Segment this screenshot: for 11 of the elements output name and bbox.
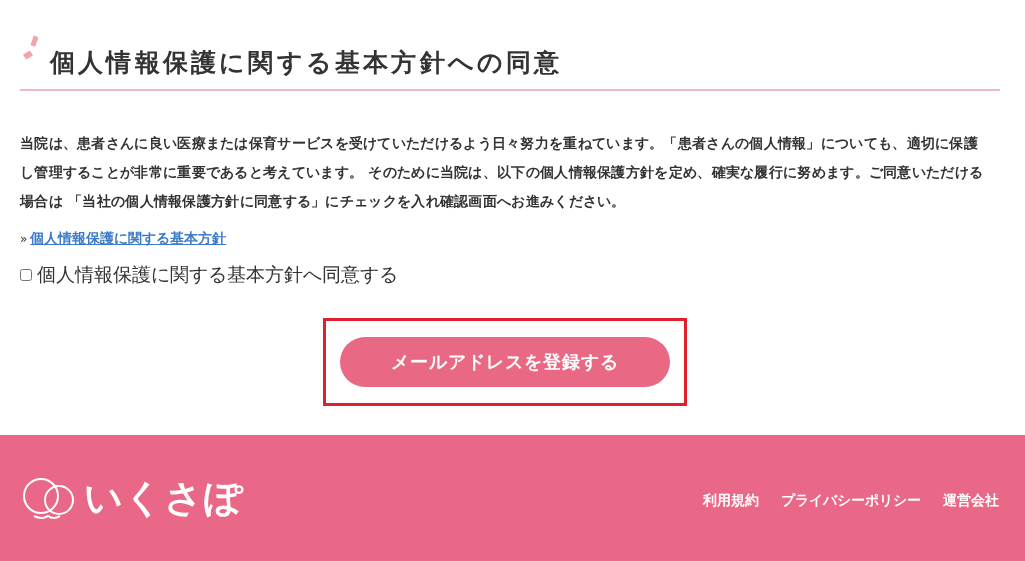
section-heading: 個人情報保護に関する基本方針への同意: [50, 47, 563, 79]
register-email-button[interactable]: メールアドレスを登録する: [340, 337, 670, 387]
link-marker: »: [20, 232, 28, 246]
consent-checkbox[interactable]: [20, 269, 32, 281]
policy-link[interactable]: 個人情報保護に関する基本方針: [30, 230, 227, 248]
intro-paragraph: 当院は、患者さんに良い医療または保育サービスを受けていただけるよう日々努力を重ねています。「患者さんの個人情報」についても、適切に保護し管理することが非常に重要であると考えています。 そのために当院は、以下の個人情報保護方針を定め、確実な履行に努めます。ご同意いただける場合は 「当社の個人情報保護方針に同意する」にチェックを入れ確認画面へお進みください。: [20, 134, 985, 211]
footer-link[interactable]: 利用規約: [703, 492, 759, 510]
footer-link[interactable]: プライバシーポリシー: [781, 492, 921, 510]
consent-label: 個人情報保護に関する基本方針へ同意する: [37, 262, 398, 287]
footer-link[interactable]: 運営会社: [943, 492, 999, 510]
logo-text: いくさぽ: [84, 474, 244, 522]
